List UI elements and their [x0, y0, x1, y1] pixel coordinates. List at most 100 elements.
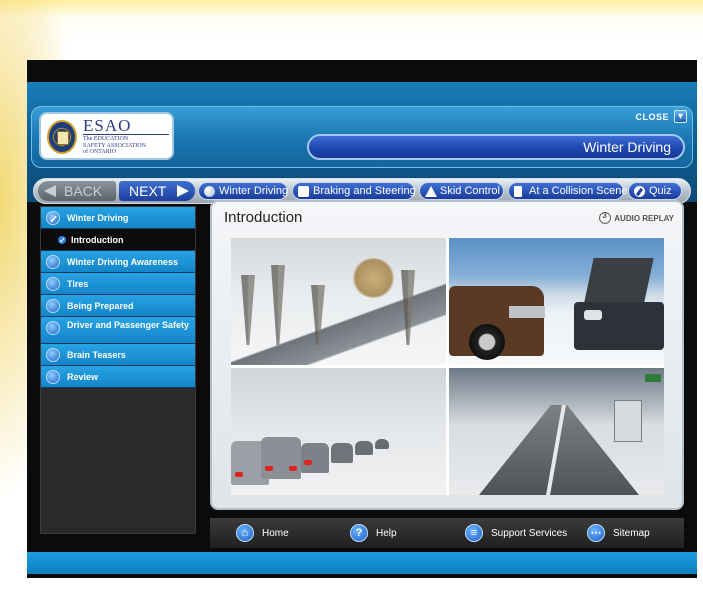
- back-button[interactable]: BACK: [38, 181, 116, 201]
- tab-braking-and-steering[interactable]: Braking and Steering: [292, 182, 416, 200]
- sidebar-item-review[interactable]: Review: [41, 366, 195, 388]
- logo-subtitle-line3: of ONTARIO: [83, 149, 117, 155]
- traffic-in-snow-photo: [231, 368, 446, 495]
- circle-icon: [204, 186, 215, 197]
- pencil-icon: [634, 186, 645, 197]
- help-icon: ?: [350, 524, 368, 542]
- car-shape: [375, 439, 389, 449]
- help-label: Help: [376, 527, 397, 539]
- square-icon: [298, 186, 309, 197]
- logo-subtitle: The EDUCATION SAFETY ASSOCIATION of ONTA…: [83, 136, 173, 156]
- logo-title: ESAO: [83, 116, 132, 135]
- wheel-shape: [469, 324, 505, 360]
- autumn-tree-shape: [351, 258, 396, 298]
- sidebar: Winter Driving Introduction Winter Drivi…: [40, 206, 196, 534]
- car-shape: [331, 443, 353, 463]
- sidebar-item-label: Driver and Passenger Safety: [67, 320, 190, 330]
- sidebar-item-being-prepared[interactable]: Being Prepared: [41, 295, 195, 317]
- bullet-icon: [46, 348, 60, 362]
- tab-label: At a Collision Scene: [529, 185, 628, 197]
- page-title: Introduction: [224, 209, 303, 226]
- module-title: Winter Driving: [307, 134, 685, 160]
- car-shape: [261, 437, 301, 479]
- taillight-shape: [265, 466, 273, 471]
- tree-shape: [311, 285, 325, 345]
- car-shape: [301, 443, 329, 473]
- snowy-road-photo: [231, 238, 446, 365]
- content-panel: Introduction AUDIO REPLAY: [210, 200, 684, 510]
- sidebar-item-label: Winter Driving Awareness: [67, 257, 178, 267]
- tab-label: Winter Driving: [219, 185, 289, 197]
- tab-quiz[interactable]: Quiz: [628, 182, 682, 200]
- check-icon: [58, 230, 66, 252]
- next-button[interactable]: NEXT: [119, 181, 195, 201]
- bullet-icon: [46, 370, 60, 384]
- footer-stripe: [27, 552, 697, 574]
- tab-label: Quiz: [649, 185, 672, 197]
- home-label: Home: [262, 527, 289, 539]
- sidebar-item-label: Being Prepared: [67, 301, 134, 311]
- sidebar-item-label: Winter Driving: [67, 213, 129, 223]
- tree-shape: [401, 270, 415, 345]
- replay-icon: [599, 211, 612, 224]
- audio-replay-button[interactable]: AUDIO REPLAY: [599, 211, 674, 224]
- sidebar-item-label: Review: [67, 372, 99, 382]
- close-arrow-icon: ▾: [674, 110, 687, 123]
- esao-logo: ESAO The EDUCATION SAFETY ASSOCIATION of…: [39, 112, 174, 160]
- brown-car-shape: [449, 286, 545, 360]
- audio-replay-label: AUDIO REPLAY: [614, 213, 674, 223]
- tree-shape: [271, 265, 285, 345]
- headlight-shape: [584, 310, 602, 320]
- close-label: CLOSE: [635, 111, 669, 122]
- tab-winter-driving[interactable]: Winter Driving: [198, 182, 288, 200]
- esao-emblem-icon: [47, 120, 77, 154]
- close-button[interactable]: CLOSE ▾: [635, 110, 687, 123]
- sitemap-icon: ⋯: [587, 524, 605, 542]
- taillight-shape: [304, 460, 312, 465]
- bullet-icon: [46, 299, 60, 313]
- help-button[interactable]: ? Help: [350, 524, 397, 542]
- support-services-button[interactable]: ≡ Support Services: [465, 524, 567, 542]
- sidebar-item-winter-driving[interactable]: Winter Driving: [41, 207, 195, 231]
- home-button[interactable]: ⌂ Home: [236, 524, 289, 542]
- tree-shape: [241, 275, 255, 345]
- sidebar-item-label: Brain Teasers: [67, 350, 126, 360]
- home-icon: ⌂: [236, 524, 254, 542]
- sidebar-item-label: Introduction: [71, 235, 124, 245]
- document-icon: [514, 186, 522, 197]
- ladder-icon: ≡: [465, 524, 483, 542]
- dark-car-shape: [574, 258, 664, 350]
- sidebar-item-tires[interactable]: Tires: [41, 273, 195, 295]
- bullet-icon: [46, 321, 60, 335]
- check-icon: [46, 209, 60, 231]
- warning-triangle-icon: [425, 186, 437, 197]
- sitemap-label: Sitemap: [613, 527, 650, 539]
- jump-start-photo: [449, 238, 664, 365]
- logo-divider: [83, 134, 169, 135]
- header: ESAO The EDUCATION SAFETY ASSOCIATION of…: [27, 82, 697, 204]
- sidebar-item-introduction[interactable]: Introduction: [41, 229, 195, 252]
- photo-grid: [231, 238, 664, 495]
- tab-label: Skid Control: [440, 185, 500, 197]
- support-services-label: Support Services: [491, 527, 568, 539]
- bumper-shape: [509, 306, 545, 318]
- hood-shape: [584, 258, 654, 302]
- app-window: ESAO The EDUCATION SAFETY ASSOCIATION of…: [27, 60, 697, 578]
- sidebar-item-label: Tires: [67, 279, 89, 289]
- traffic-cars: [231, 405, 391, 485]
- truck-shape: [614, 400, 642, 442]
- highway-sign-shape: [645, 374, 661, 382]
- tab-label: Braking and Steering: [313, 185, 416, 197]
- taillight-shape: [289, 466, 297, 471]
- sidebar-item-winter-driving-awareness[interactable]: Winter Driving Awareness: [41, 251, 195, 273]
- sidebar-item-driver-and-passenger-safety[interactable]: Driver and Passenger Safety: [41, 317, 195, 344]
- bottom-bar: ⌂ Home ? Help ≡ Support Services ⋯ Sitem…: [210, 518, 684, 548]
- taillight-shape: [235, 472, 243, 477]
- car-shape: [355, 441, 373, 455]
- tab-skid-control[interactable]: Skid Control: [419, 182, 504, 200]
- bullet-icon: [46, 277, 60, 291]
- tab-at-a-collision-scene[interactable]: At a Collision Scene: [508, 182, 628, 200]
- sidebar-item-brain-teasers[interactable]: Brain Teasers: [41, 344, 195, 366]
- highway-photo: [449, 368, 664, 495]
- sitemap-button[interactable]: ⋯ Sitemap: [587, 524, 650, 542]
